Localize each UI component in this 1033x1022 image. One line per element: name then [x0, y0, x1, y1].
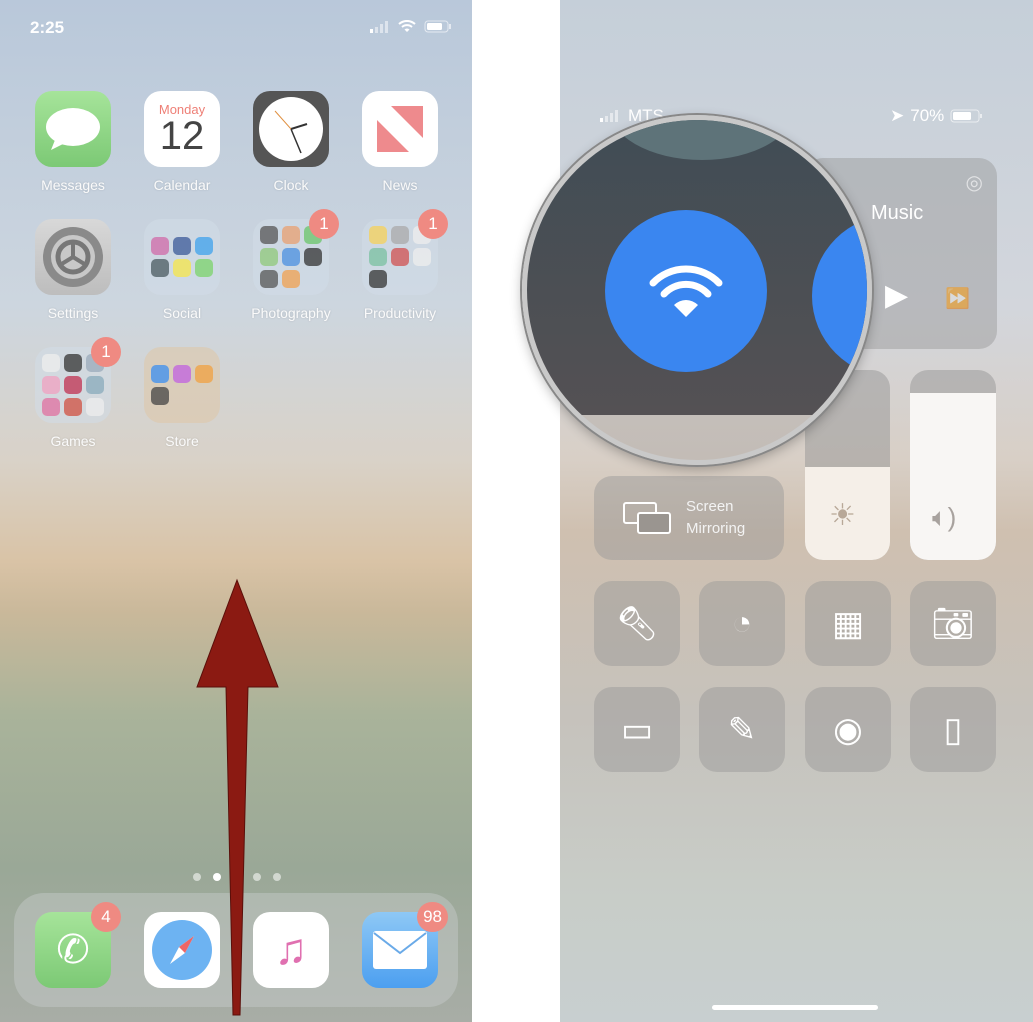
low-power-icon: ▭: [620, 710, 654, 749]
camera-button[interactable]: 📷︎: [910, 581, 996, 666]
notification-badge: 1: [309, 209, 339, 239]
wifi-icon: [398, 20, 416, 32]
app-label: Social: [162, 305, 202, 321]
low-power-button[interactable]: ▭: [594, 687, 680, 772]
wifi-button[interactable]: [605, 210, 767, 372]
app-messages[interactable]: Messages: [28, 91, 118, 193]
app-label: Store: [165, 433, 199, 449]
app-social[interactable]: Social: [137, 219, 227, 321]
news-icon: [362, 91, 438, 167]
screen-mirroring-line2: Mirroring: [686, 520, 746, 537]
app-calendar[interactable]: Monday 12 Calendar: [137, 91, 227, 193]
app-productivity[interactable]: 1 Productivity: [355, 209, 448, 321]
volume-slider[interactable]: 🔈︎): [910, 370, 996, 560]
messages-icon: [35, 91, 111, 167]
battery-icon: [424, 20, 451, 33]
clock-icon: [253, 91, 329, 167]
screen-record-button[interactable]: ◉: [805, 687, 891, 772]
timer-icon: ◔: [731, 604, 753, 642]
app-label: Settings: [47, 305, 99, 321]
app-store[interactable]: Store: [137, 347, 227, 449]
calendar-icon: Monday 12: [144, 91, 220, 167]
calendar-date: 12: [159, 113, 205, 158]
remote-icon: ▯: [943, 710, 963, 749]
forward-button[interactable]: ⏩: [945, 286, 970, 311]
flashlight-icon: 🔦︎: [615, 604, 659, 643]
signal-icon: [370, 20, 388, 33]
brightness-icon: ☀: [829, 499, 856, 532]
swipe-up-arrow: [196, 578, 279, 1016]
wifi-icon: [649, 265, 723, 317]
music-title: Music: [871, 202, 924, 224]
phone-icon: ✆: [56, 928, 90, 972]
settings-icon: [35, 219, 111, 295]
app-games[interactable]: 1 Games: [28, 337, 121, 449]
notification-badge: 1: [91, 337, 121, 367]
flashlight-button[interactable]: 🔦︎: [594, 581, 680, 666]
app-clock[interactable]: Clock: [246, 91, 336, 193]
magnifier: [522, 115, 872, 465]
app-label: Messages: [41, 177, 105, 193]
dock-phone[interactable]: ✆ 4: [35, 902, 121, 988]
app-label: Games: [50, 433, 96, 449]
notification-badge: 4: [91, 902, 121, 932]
folder-icon: 1: [362, 209, 448, 295]
gear-icon: [43, 227, 103, 287]
app-label: Photography: [251, 305, 331, 321]
status-time: 2:25: [30, 18, 65, 37]
app-label: Productivity: [363, 305, 437, 321]
folder-icon: 1: [253, 209, 339, 295]
camera-icon: 📷︎: [931, 604, 975, 643]
volume-icon: 🔈︎): [932, 502, 957, 532]
app-label: Calendar: [153, 177, 211, 193]
screen-mirroring-line1: Screen: [686, 498, 734, 515]
location-icon: ➤: [890, 106, 905, 125]
folder-icon: 1: [35, 337, 121, 423]
notification-badge: 1: [418, 209, 448, 239]
clock-face-icon: [259, 97, 323, 161]
app-label: News: [382, 177, 418, 193]
battery-percent: 70%: [910, 106, 945, 125]
folder-icon: [144, 347, 220, 423]
notification-badge: 98: [417, 902, 448, 932]
calculator-button[interactable]: ▦: [805, 581, 891, 666]
screen-mirroring-icon: [623, 502, 671, 534]
dock-mail[interactable]: 98: [362, 902, 448, 988]
notes-icon: ✎: [727, 710, 757, 749]
app-photography[interactable]: 1 Photography: [246, 209, 339, 321]
control-center: MTS ➤ 70% Music ◎ ▶ ⏩ ☀ 🔈︎) Screen Mirro…: [522, 0, 1033, 1022]
screen-mirroring-button[interactable]: Screen Mirroring: [594, 476, 784, 560]
airplay-icon[interactable]: ◎: [966, 170, 983, 195]
app-label: Clock: [273, 177, 309, 193]
battery-icon: [950, 109, 983, 123]
news-logo-icon: [377, 106, 423, 152]
folder-icon: [144, 219, 220, 295]
home-indicator[interactable]: [712, 1005, 878, 1010]
screen-record-icon: ◉: [833, 710, 863, 749]
home-screen: 2:25 Messages Monday 12 Calendar Clock News Se…: [0, 0, 472, 1022]
app-settings[interactable]: Settings: [28, 219, 118, 321]
remote-button[interactable]: ▯: [910, 687, 996, 772]
app-news[interactable]: News: [355, 91, 445, 193]
play-button[interactable]: ▶: [885, 278, 908, 313]
timer-button[interactable]: ◔: [699, 581, 785, 666]
speech-bubble-icon: [46, 108, 100, 150]
calculator-icon: ▦: [831, 604, 865, 643]
notes-button[interactable]: ✎: [699, 687, 785, 772]
status-icons: [370, 20, 452, 33]
mail-icon: [373, 931, 427, 969]
cc-status-right: ➤ 70%: [890, 106, 984, 126]
